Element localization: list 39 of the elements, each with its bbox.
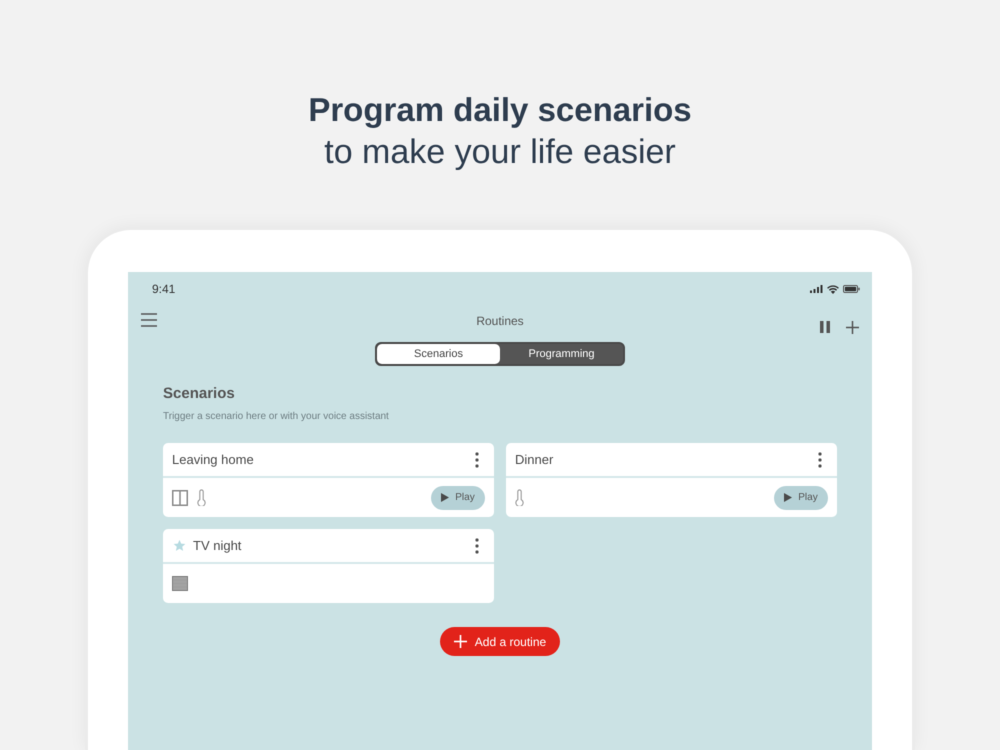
- scenario-name: TV night: [193, 536, 242, 555]
- pause-button[interactable]: [820, 321, 830, 333]
- scenario-name: Dinner: [515, 450, 554, 469]
- more-button[interactable]: [475, 452, 479, 468]
- more-button[interactable]: [475, 538, 479, 554]
- play-icon: [441, 493, 450, 502]
- headline-title: Program daily scenarios: [308, 90, 692, 130]
- plus-icon: [846, 320, 859, 334]
- add-routine-button[interactable]: Add a routine: [440, 627, 560, 656]
- wifi-icon: [827, 284, 839, 294]
- tab[interactable]: Programming: [500, 344, 623, 364]
- scenario-card[interactable]: Leaving home Play: [163, 443, 494, 517]
- more-button[interactable]: [818, 452, 822, 468]
- scenario-card[interactable]: TV night: [163, 529, 494, 603]
- battery-icon: [843, 285, 860, 293]
- section-description: Trigger a scenario here or with your voice assistant: [163, 410, 390, 424]
- play-icon: [784, 493, 792, 502]
- section-title: Scenarios: [163, 385, 236, 403]
- play-button[interactable]: Play: [774, 486, 828, 510]
- plus-icon: [454, 635, 467, 648]
- scenario-name: Leaving home: [172, 450, 254, 469]
- add-button[interactable]: [846, 320, 859, 334]
- blind-icon: [172, 576, 188, 591]
- scenario-card[interactable]: Dinner Play: [506, 443, 837, 517]
- thermometer-icon: [197, 489, 206, 506]
- pause-icon: [820, 321, 830, 333]
- vertical-dots-icon: [818, 452, 822, 468]
- headline-subtitle: to make your life easier: [324, 132, 676, 173]
- thermometer-icon: [515, 489, 524, 506]
- tab[interactable]: Scenarios: [377, 344, 500, 364]
- window-icon: [172, 490, 188, 506]
- play-button[interactable]: Play: [431, 486, 485, 510]
- status-time: 9:41: [152, 281, 176, 298]
- vertical-dots-icon: [475, 538, 479, 554]
- menu-button[interactable]: [141, 313, 157, 327]
- signal-icon: [810, 285, 823, 293]
- menu-icon: [141, 313, 157, 327]
- nav-title: Routines: [476, 313, 524, 330]
- vertical-dots-icon: [475, 452, 479, 468]
